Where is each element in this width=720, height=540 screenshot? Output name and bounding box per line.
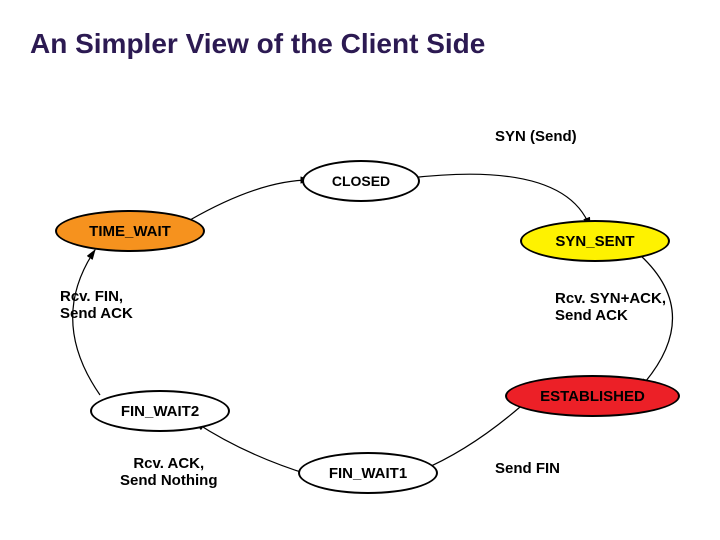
state-fin-wait2: FIN_WAIT2: [90, 390, 230, 432]
state-label: SYN_SENT: [555, 233, 634, 250]
edge-label-syn-send: SYN (Send): [495, 128, 577, 145]
edge-finwait2-timewait: [73, 250, 100, 395]
state-label: ESTABLISHED: [540, 388, 645, 405]
state-established: ESTABLISHED: [505, 375, 680, 417]
state-label: TIME_WAIT: [89, 223, 171, 240]
edge-label-rcv-synack: Rcv. SYN+ACK, Send ACK: [555, 290, 666, 325]
edge-label-rcv-fin: Rcv. FIN, Send ACK: [60, 288, 133, 323]
edge-label-send-fin: Send FIN: [495, 460, 560, 477]
edge-closed-synsent: [410, 174, 590, 227]
edge-label-rcv-ack: Rcv. ACK, Send Nothing: [120, 455, 218, 490]
state-label: FIN_WAIT2: [121, 403, 199, 420]
state-fin-wait1: FIN_WAIT1: [298, 452, 438, 494]
page-title: An Simpler View of the Client Side: [30, 28, 485, 60]
state-label: FIN_WAIT1: [329, 465, 407, 482]
state-label: CLOSED: [332, 173, 390, 189]
edge-timewait-closed: [190, 180, 310, 220]
state-syn-sent: SYN_SENT: [520, 220, 670, 262]
state-closed: CLOSED: [302, 160, 420, 202]
state-time-wait: TIME_WAIT: [55, 210, 205, 252]
